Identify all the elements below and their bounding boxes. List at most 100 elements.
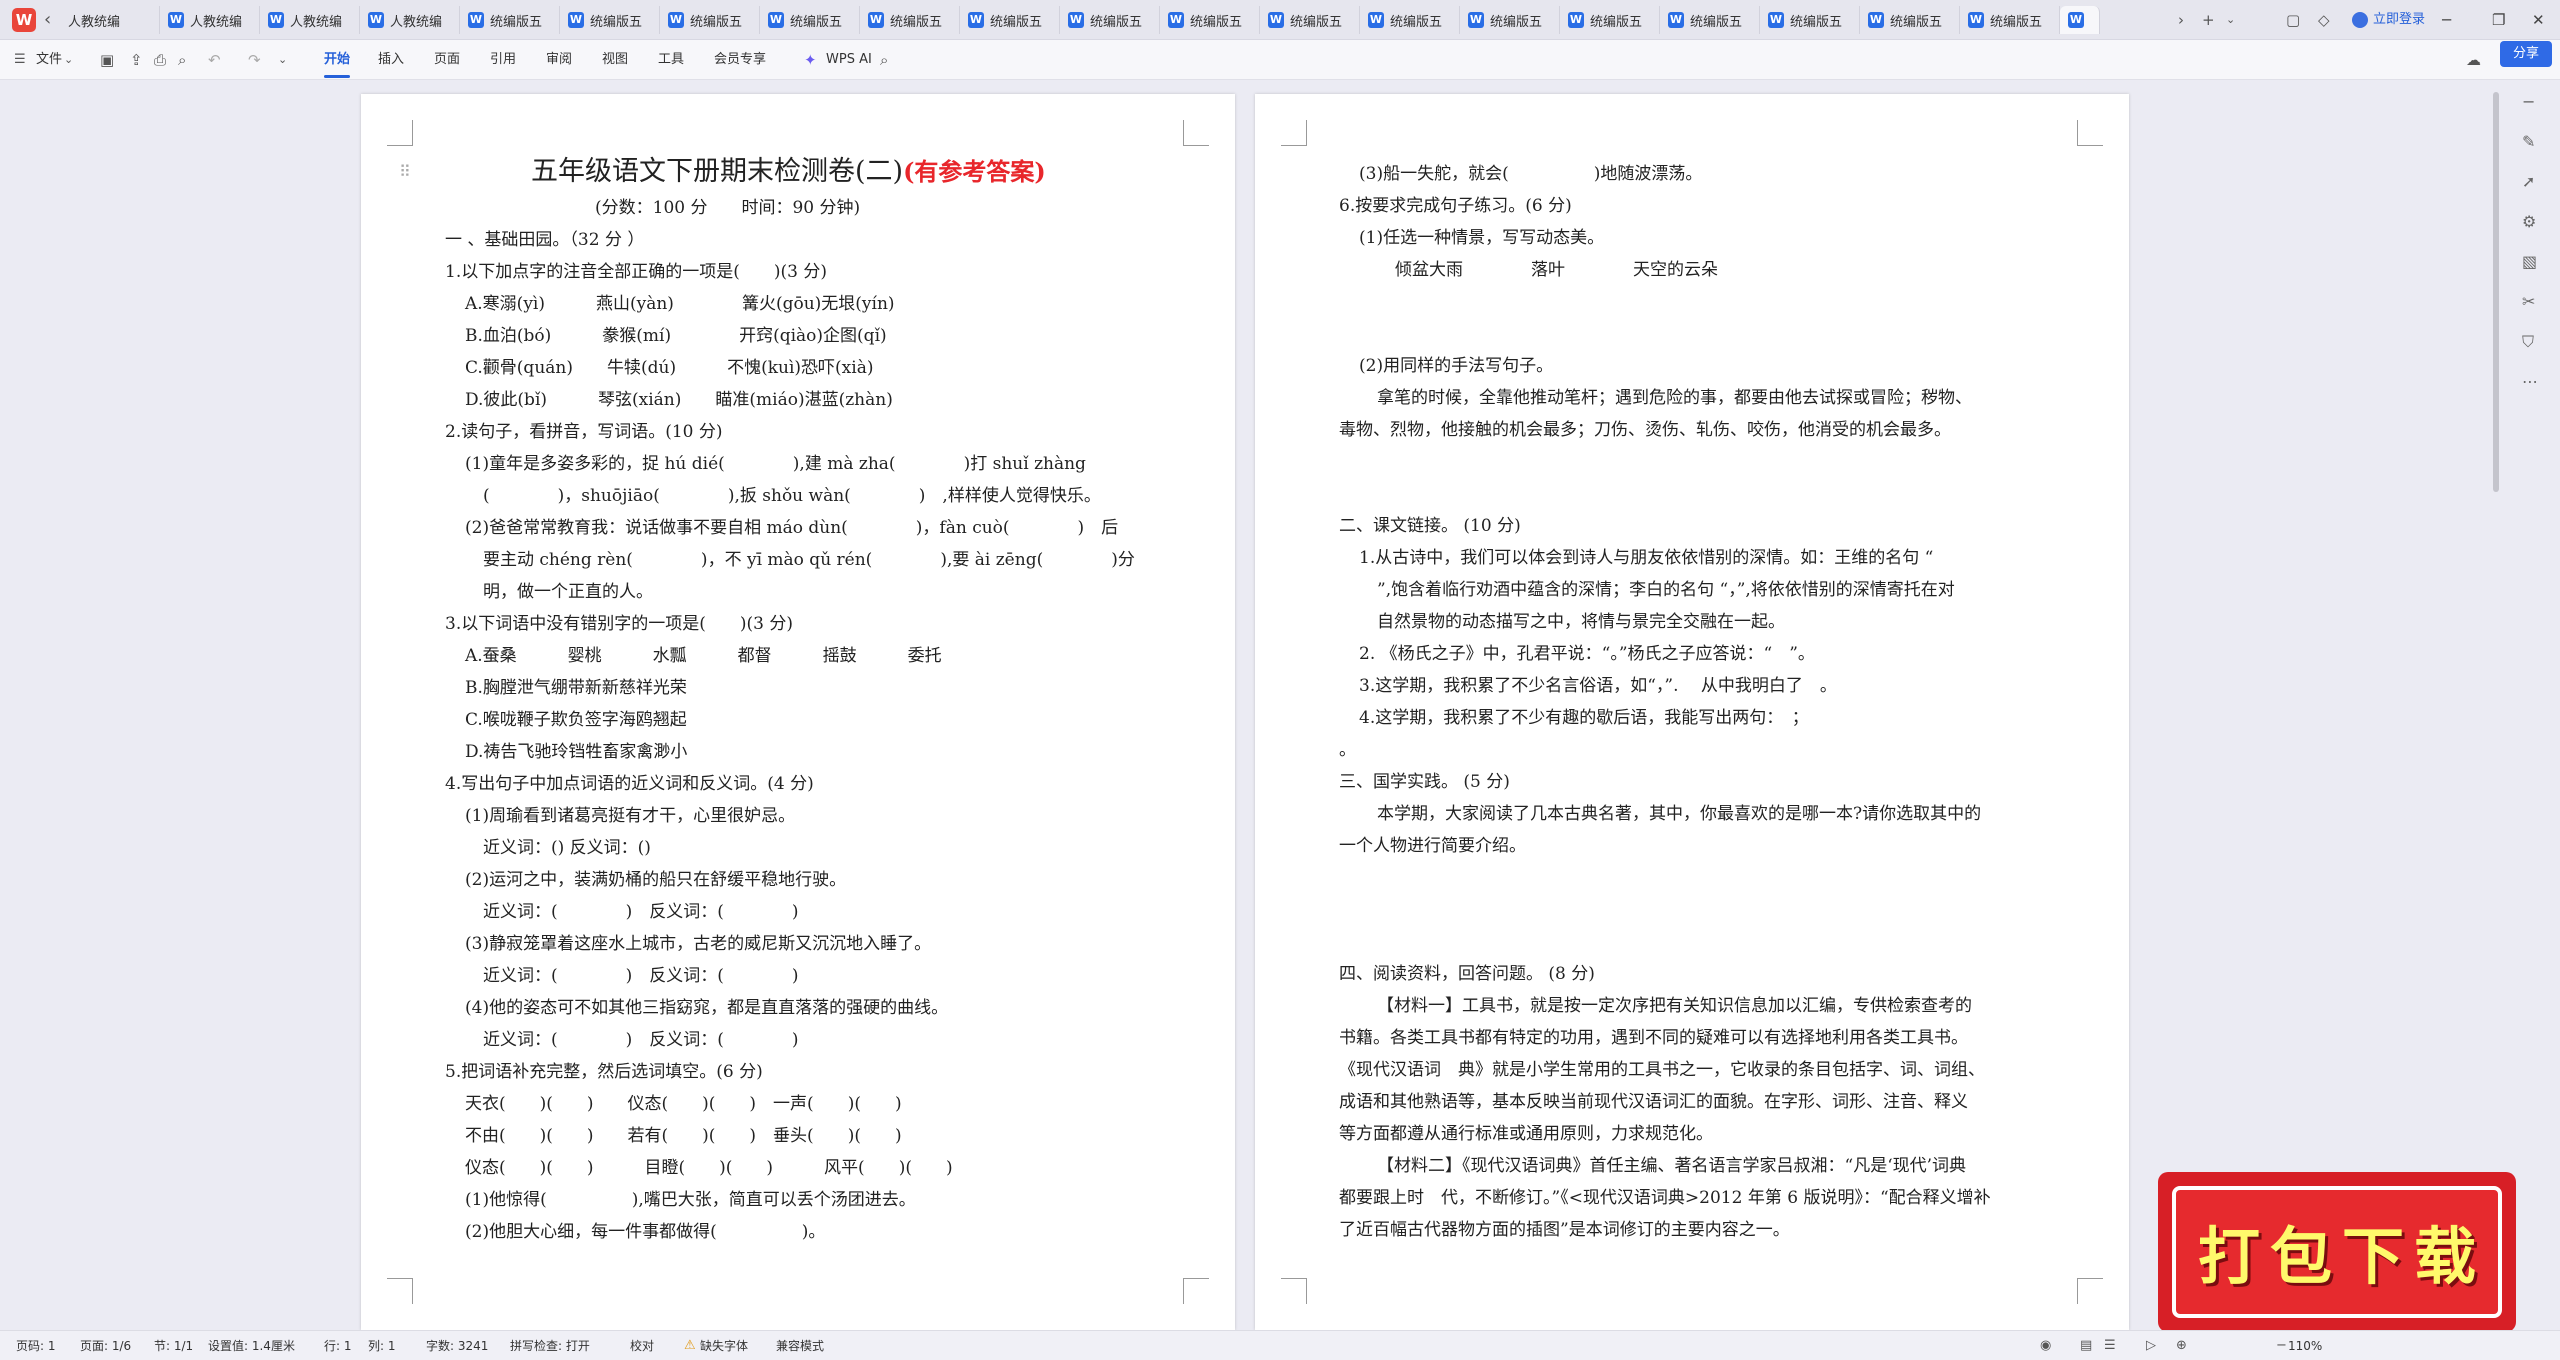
more-chevron-icon[interactable]: ⌄ [278, 50, 287, 70]
tab-doc[interactable]: W 统编版五 [1260, 6, 1360, 34]
tab-review[interactable]: 审阅 [546, 50, 572, 70]
zoom-level[interactable]: 110% [2288, 1337, 2322, 1355]
tab-doc[interactable]: W 统编版五 [1060, 6, 1160, 34]
more-icon[interactable]: ⋯ [2522, 372, 2538, 391]
status-spellcheck[interactable]: 拼写检查: 打开 [510, 1337, 590, 1355]
question-text: (1)任选一种情景，写写动态美。 [1359, 228, 1605, 248]
login-link[interactable]: 立即登录 [2352, 8, 2425, 32]
file-menu[interactable]: 文件 [36, 50, 62, 70]
wps-ai-icon[interactable]: ✦ [804, 50, 817, 70]
restore-icon[interactable]: ❐ [2492, 8, 2505, 32]
tab-label: 人教统编 [390, 14, 443, 30]
tab-doc[interactable]: W 统编版五 [1360, 6, 1460, 34]
eye-protect-icon[interactable]: ◉ [2040, 1337, 2051, 1355]
redo-icon[interactable]: ↷ [248, 50, 261, 70]
word-doc-icon: W [2068, 12, 2084, 28]
tab-doc[interactable]: W 人教统编 [160, 6, 260, 34]
tab-page[interactable]: 页面 [434, 50, 460, 70]
status-pages[interactable]: 页面: 1/6 [80, 1337, 131, 1355]
tab-home[interactable]: 开始 [324, 50, 351, 78]
download-pack-banner[interactable]: 打包下载 [2158, 1172, 2516, 1332]
status-word-count[interactable]: 字数: 3241 [426, 1337, 488, 1355]
share-button[interactable]: 分享 [2500, 41, 2552, 67]
tab-doc[interactable]: W 统编版五 [960, 6, 1060, 34]
search-icon[interactable]: ⌕ [880, 50, 888, 70]
tab-member[interactable]: 会员专享 [714, 50, 766, 70]
wps-logo-icon[interactable]: W [12, 8, 36, 32]
tab-doc[interactable]: W 人教统编 [360, 6, 460, 34]
file-chevron-icon[interactable]: ⌄ [64, 50, 73, 70]
tab-doc[interactable]: W 统编版五 [560, 6, 660, 34]
window-layout-icon[interactable]: ▢ [2286, 8, 2300, 32]
status-proofread[interactable]: 校对 [630, 1337, 654, 1355]
ribbon-toolbar: ☰ 文件 ⌄ ▣ ⇪ ⎙ ⌕ ↶ ↷ ⌄ 开始 插入 页面 引用 审阅 视图 工… [0, 40, 2560, 80]
tab-doc[interactable]: W 人教统编 [260, 6, 360, 34]
close-icon[interactable]: ✕ [2532, 8, 2545, 32]
save-icon[interactable]: ▣ [100, 50, 114, 70]
tools-icon[interactable]: ✂ [2522, 292, 2535, 311]
print-icon[interactable]: ⎙ [154, 50, 166, 70]
tab-tools[interactable]: 工具 [658, 50, 684, 70]
export-icon[interactable]: ⇪ [130, 50, 143, 70]
status-compat-mode[interactable]: 兼容模式 [776, 1337, 824, 1355]
status-setting-value[interactable]: 设置值: 1.4厘米 [208, 1337, 295, 1355]
undo-icon[interactable]: ↶ [208, 50, 221, 70]
scrollbar-thumb[interactable] [2493, 92, 2499, 492]
play-icon[interactable]: ▷ [2146, 1337, 2156, 1355]
tab-doc-active[interactable]: W [2060, 6, 2100, 34]
print-preview-icon[interactable]: ⌕ [178, 50, 186, 70]
option: B.血泊(bó) 豢猴(mí) 开窍(qiào)企图(qǐ) [465, 326, 887, 346]
cloud-icon[interactable]: ☁ [2466, 50, 2481, 70]
cube-icon[interactable]: ◇ [2318, 8, 2330, 32]
tab-doc[interactable]: W 统编版五 [860, 6, 960, 34]
tab-label: 统编版五 [690, 14, 743, 30]
outline-view-icon[interactable]: ☰ [2104, 1337, 2116, 1355]
wps-ai-button[interactable]: WPS AI [826, 50, 872, 70]
tab-doc[interactable]: W 统编版五 [660, 6, 760, 34]
drag-handle-icon[interactable]: ⠿ [399, 162, 411, 181]
pen-icon[interactable]: ✎ [2522, 132, 2535, 151]
tab-references[interactable]: 引用 [490, 50, 516, 70]
tab-doc[interactable]: W 统编版五 [760, 6, 860, 34]
scroll-tabs-right-icon[interactable]: › [2178, 8, 2184, 32]
page-view-icon[interactable]: ▤ [2080, 1337, 2092, 1355]
tab-doc[interactable]: W 统编版五 [1460, 6, 1560, 34]
tab-list-chevron-icon[interactable]: ⌄ [2226, 8, 2235, 32]
tab-doc[interactable]: 人教统编 [60, 6, 160, 34]
web-view-icon[interactable]: ⊕ [2176, 1337, 2187, 1355]
tab-doc[interactable]: W 统编版五 [1960, 6, 2060, 34]
minimize-icon[interactable]: ─ [2442, 8, 2451, 32]
tab-doc[interactable]: W 统编版五 [1560, 6, 1660, 34]
document-page-2[interactable]: (3)船一失舵，就会( )地随波漂荡。 6.按要求完成句子练习。(6 分) (1… [1255, 94, 2129, 1330]
shirt-icon[interactable]: ⛉ [2522, 332, 2534, 352]
cursor-icon[interactable]: ➚ [2522, 172, 2535, 191]
tab-doc[interactable]: W 统编版五 [1160, 6, 1260, 34]
menu-icon[interactable]: ☰ [14, 50, 26, 70]
tab-insert[interactable]: 插入 [378, 50, 404, 70]
tab-label: 统编版五 [1890, 14, 1943, 30]
vertical-scrollbar[interactable] [2492, 80, 2500, 1330]
image-icon[interactable]: ▧ [2522, 252, 2537, 271]
collapse-icon[interactable]: − [2522, 92, 2535, 111]
tab-doc[interactable]: W 统编版五 [460, 6, 560, 34]
status-column[interactable]: 列: 1 [368, 1337, 396, 1355]
scroll-tabs-left-icon[interactable]: ‹ [44, 8, 51, 32]
section-heading: 三、国学实践。 (5 分) [1339, 772, 1510, 792]
option: C.颧骨(quán) 牛犊(dú) 不愧(kuì)恐吓(xià) [465, 358, 874, 378]
document-page-1[interactable]: ⠿ 五年级语文下册期末检测卷(二)(有参考答案) (分数：100 分 时间：90… [361, 94, 1235, 1330]
settings-icon[interactable]: ⚙ [2522, 212, 2536, 231]
tab-doc[interactable]: W 统编版五 [1760, 6, 1860, 34]
status-missing-fonts[interactable]: 缺失字体 [700, 1337, 748, 1355]
passage-text: 毒物、烈物，他接触的机会最多；刀伤、烫伤、轧伤、咬伤，他消受的机会最多。 [1339, 420, 1951, 440]
question: 4.写出句子中加点词语的近义词和反义词。(4 分) [445, 774, 814, 794]
zoom-out-icon[interactable]: − [2276, 1337, 2287, 1355]
question-text: 1.从古诗中，我们可以体会到诗人与朋友依依惜别的深情。如：王维的名句 “ [1359, 548, 1934, 568]
status-page-number[interactable]: 页码: 1 [16, 1337, 56, 1355]
status-line[interactable]: 行: 1 [324, 1337, 352, 1355]
question-text: 2. 《杨氏之子》中，孔君平说：“。”杨氏之子应答说：“ ”。 [1359, 644, 1815, 664]
tab-view[interactable]: 视图 [602, 50, 628, 70]
status-section[interactable]: 节: 1/1 [154, 1337, 193, 1355]
new-tab-icon[interactable]: + [2202, 8, 2215, 32]
tab-doc[interactable]: W 统编版五 [1860, 6, 1960, 34]
tab-doc[interactable]: W 统编版五 [1660, 6, 1760, 34]
